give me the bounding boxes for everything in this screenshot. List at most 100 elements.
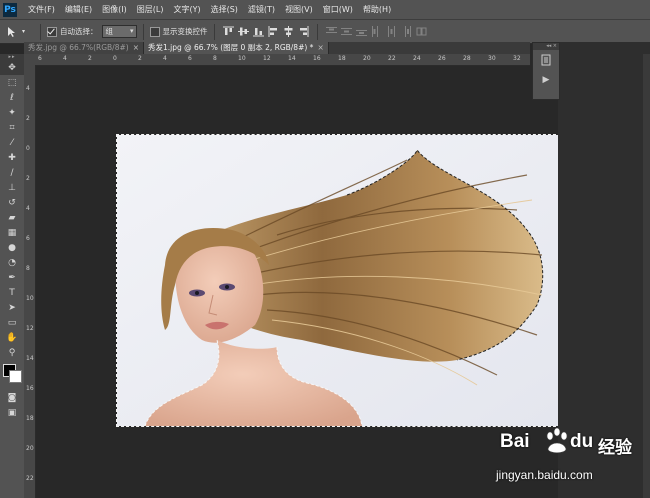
panel-expand-grip[interactable]: ◂◂ × (533, 43, 559, 50)
path-selection-tool-icon[interactable]: ➤ (0, 300, 24, 315)
brush-tool-icon[interactable]: ∕ (0, 165, 24, 180)
history-panel-icon[interactable] (533, 50, 559, 70)
menu-select[interactable]: 选择(S) (206, 4, 243, 15)
chevron-down-icon: ▾ (22, 28, 26, 35)
ruler-tick-label: 16 (26, 385, 34, 392)
ruler-tick-label: 0 (113, 55, 117, 62)
ruler-tick-label: 14 (26, 355, 34, 362)
lasso-tool-icon[interactable]: ℓ (0, 90, 24, 105)
auto-select-label: 自动选择： (60, 27, 98, 36)
auto-select-dropdown[interactable]: 组 (101, 25, 137, 38)
options-bar: ▾ 自动选择： 组 显示变换控件 (0, 19, 650, 44)
auto-align-icon[interactable] (416, 26, 427, 37)
distribute-right-icon[interactable] (401, 26, 412, 37)
menu-file[interactable]: 文件(F) (23, 4, 60, 15)
menu-filter[interactable]: 滤镜(T) (243, 4, 280, 15)
move-tool-icon[interactable]: ✥ (0, 60, 24, 75)
watermark-product: 经验 (598, 438, 632, 458)
ruler-tick-label: 6 (38, 55, 42, 62)
align-bottom-icon[interactable] (252, 26, 264, 37)
ruler-tick-label: 30 (488, 55, 496, 62)
ruler-tick-label: 2 (138, 55, 142, 62)
ruler-tick-label: 8 (26, 265, 30, 272)
color-swatches[interactable] (0, 362, 24, 386)
ruler-tick-label: 2 (26, 175, 30, 182)
ruler-tick-label: 14 (288, 55, 296, 62)
ruler-tick-label: 4 (163, 55, 167, 62)
collapsed-panel-dock: ◂◂ × ▶ (532, 42, 560, 100)
watermark-brand-2: du (570, 431, 594, 452)
separator (142, 23, 144, 40)
ruler-tick-label: 4 (26, 85, 30, 92)
align-vertical-center-icon[interactable] (237, 26, 249, 37)
ruler-tick-label: 32 (513, 55, 521, 62)
menu-image[interactable]: 图像(I) (97, 4, 132, 15)
distribute-horizontal-center-icon[interactable] (386, 26, 397, 37)
actions-panel-icon[interactable]: ▶ (533, 70, 559, 90)
align-horizontal-center-icon[interactable] (283, 26, 294, 37)
tab-label: 秀发.jpg @ 66.7%(RGB/8#) (28, 43, 129, 52)
move-tool-icon (8, 26, 15, 37)
ruler-tick-label: 28 (463, 55, 471, 62)
align-right-icon[interactable] (298, 26, 309, 37)
menu-window[interactable]: 窗口(W) (318, 4, 358, 15)
ruler-tick-label: 0 (26, 145, 30, 152)
marquee-tool-icon[interactable]: ⬚ (0, 75, 24, 90)
ruler-tick-label: 20 (26, 445, 34, 452)
hand-tool-icon[interactable]: ✋ (0, 330, 24, 345)
show-transform-checkbox[interactable] (149, 26, 160, 37)
menu-layer[interactable]: 图层(L) (132, 4, 169, 15)
clone-stamp-tool-icon[interactable]: ⊥ (0, 180, 24, 195)
quick-mask-icon[interactable]: ◙ (0, 390, 24, 405)
crop-tool-icon[interactable]: ⌗ (0, 120, 24, 135)
menu-type[interactable]: 文字(Y) (168, 4, 205, 15)
toolbox: ▸▸ ✥ ⬚ ℓ ✦ ⌗ ⁄ ✚ ∕ ⊥ ↺ ▰ ▦ ● ◔ ✒ T ➤ ▭ ✋ ⚲ ◙ ▣ (0, 54, 25, 498)
show-transform-label: 显示变换控件 (162, 27, 208, 36)
tab-document-1[interactable]: 秀发.jpg @ 66.7%(RGB/8#) × (24, 42, 144, 54)
menu-help[interactable]: 帮助(H) (358, 4, 396, 15)
tool-preset-picker[interactable]: ▾ (6, 24, 34, 40)
menu-view[interactable]: 视图(V) (280, 4, 318, 15)
ruler-tick-label: 26 (438, 55, 446, 62)
close-icon[interactable]: × (317, 43, 323, 52)
document-canvas[interactable] (116, 134, 561, 427)
ruler-tick-label: 20 (363, 55, 371, 62)
type-tool-icon[interactable]: T (0, 285, 24, 300)
blur-tool-icon[interactable]: ● (0, 240, 24, 255)
align-top-icon[interactable] (222, 26, 234, 37)
zoom-tool-icon[interactable]: ⚲ (0, 345, 24, 360)
ruler-tick-label: 10 (238, 55, 246, 62)
ruler-tick-label: 2 (26, 115, 30, 122)
history-brush-tool-icon[interactable]: ↺ (0, 195, 24, 210)
ruler-tick-label: 12 (263, 55, 271, 62)
eyedropper-tool-icon[interactable]: ⁄ (0, 135, 24, 150)
ruler-tick-label: 6 (26, 235, 30, 242)
vertical-ruler[interactable]: 4 2 0 2 4 6 8 10 12 14 16 18 20 22 (24, 65, 36, 498)
horizontal-ruler[interactable]: 6 4 2 0 2 4 6 8 10 12 14 16 18 20 22 24 26 28 30 32 (24, 54, 530, 66)
eraser-tool-icon[interactable]: ▰ (0, 210, 24, 225)
distribute-vertical-center-icon[interactable] (340, 26, 352, 37)
background-color-swatch[interactable] (9, 370, 22, 383)
shape-tool-icon[interactable]: ▭ (0, 315, 24, 330)
ruler-tick-label: 24 (413, 55, 421, 62)
distribute-top-icon[interactable] (325, 26, 337, 37)
ruler-origin[interactable] (24, 54, 35, 65)
pen-tool-icon[interactable]: ✒ (0, 270, 24, 285)
auto-select-checkbox[interactable] (47, 26, 57, 37)
close-icon[interactable]: × (133, 43, 139, 52)
ruler-tick-label: 4 (26, 205, 30, 212)
baidu-jingyan-watermark: Bai du 经验 jingyan.baidu.com (478, 425, 648, 495)
screen-mode-icon[interactable]: ▣ (0, 405, 24, 420)
dodge-tool-icon[interactable]: ◔ (0, 255, 24, 270)
separator (316, 23, 318, 40)
magic-wand-tool-icon[interactable]: ✦ (0, 105, 24, 120)
tab-document-2[interactable]: 秀发1.jpg @ 66.7% (图层 0 副本 2, RGB/8#) * × (143, 42, 329, 54)
menu-edit[interactable]: 编辑(E) (60, 4, 97, 15)
align-left-icon[interactable] (268, 26, 279, 37)
distribute-left-icon[interactable] (371, 26, 382, 37)
tab-label: 秀发1.jpg @ 66.7% (图层 0 副本 2, RGB/8#) * (147, 43, 314, 52)
healing-brush-tool-icon[interactable]: ✚ (0, 150, 24, 165)
gradient-tool-icon[interactable]: ▦ (0, 225, 24, 240)
distribute-bottom-icon[interactable] (355, 26, 367, 37)
baidu-paw-icon (546, 427, 568, 454)
